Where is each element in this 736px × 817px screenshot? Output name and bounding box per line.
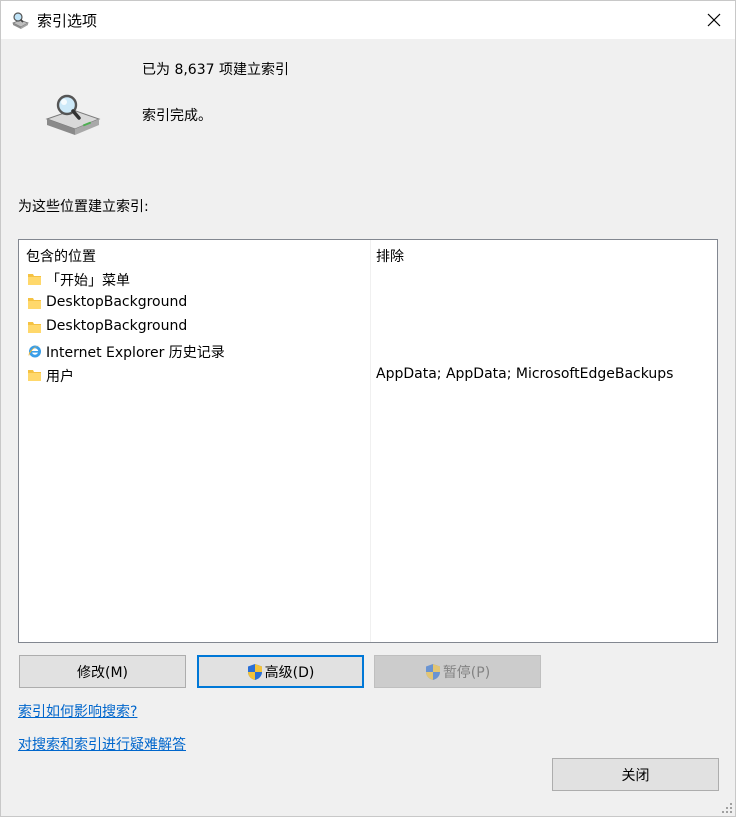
indexing-options-window: 索引选项 已为 8,637 项建立索引 索引完成。 为这些位置建立索引: 包含的… [0,0,736,817]
internet-explorer-icon [28,344,42,358]
folder-icon [28,370,41,381]
location-name: 「开始」菜单 [46,273,130,289]
advanced-button-label: 高级(D) [264,664,315,681]
location-excluded: AppData; AppData; MicrosoftEdgeBackups [376,366,674,382]
table-row[interactable]: Internet Explorer 历史记录 [19,339,717,363]
indexed-count-text: 已为 8,637 项建立索引 [142,62,289,78]
how-indexing-affects-search-link[interactable]: 索引如何影响搜索? [18,701,137,721]
indexing-status-text: 索引完成。 [142,108,212,124]
locations-section-label: 为这些位置建立索引: [18,199,149,215]
location-name: Internet Explorer 历史记录 [46,345,225,361]
locations-list[interactable]: 包含的位置 排除 「开始」菜单 DesktopBackground Deskto… [18,239,718,643]
pause-button-label: 暂停(P) [442,664,491,681]
modify-button-label: 修改(M) [76,664,128,681]
table-row[interactable]: DesktopBackground [19,291,717,315]
location-name: DesktopBackground [46,294,188,310]
column-header-excluded[interactable]: 排除 [376,246,404,266]
uac-shield-icon [425,663,440,680]
location-name: 用户 [46,369,74,385]
uac-shield-icon [247,663,262,680]
indexing-drive-icon [45,94,101,135]
folder-icon [28,322,41,333]
column-header-included[interactable]: 包含的位置 [26,246,96,266]
folder-icon [28,298,41,309]
advanced-button[interactable]: 高级(D) [197,655,364,688]
window-title: 索引选项 [37,12,98,30]
indexing-options-icon [12,12,29,29]
close-button[interactable]: 关闭 [552,758,719,791]
title-bar: 索引选项 [1,1,735,39]
close-icon [707,13,721,27]
location-name: DesktopBackground [46,318,188,334]
close-window-button[interactable] [691,1,735,39]
resize-grip-icon[interactable] [721,802,733,814]
table-row[interactable]: 「开始」菜单 [19,267,717,291]
table-row[interactable]: 用户 AppData; AppData; MicrosoftEdgeBackup… [19,363,717,387]
modify-button[interactable]: 修改(M) [19,655,186,688]
folder-icon [28,274,41,285]
close-button-label: 关闭 [621,767,650,784]
troubleshoot-search-link[interactable]: 对搜索和索引进行疑难解答 [18,734,186,754]
table-row[interactable]: DesktopBackground [19,315,717,339]
pause-button: 暂停(P) [374,655,541,688]
